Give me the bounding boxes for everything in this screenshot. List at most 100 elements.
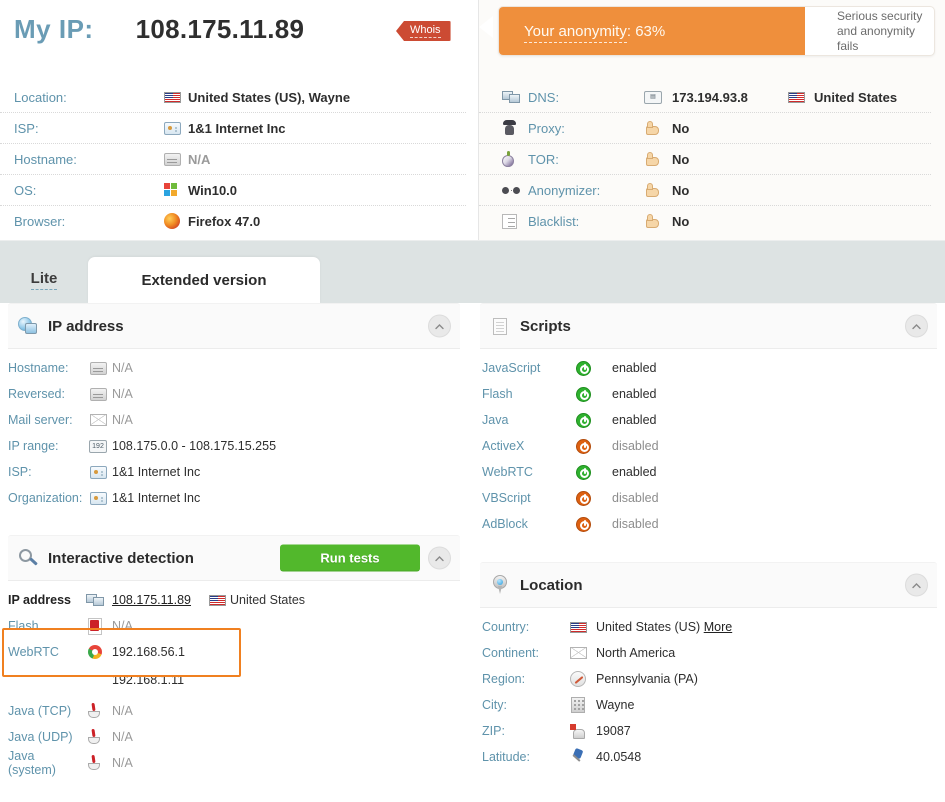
row-label: ActiveX	[482, 439, 525, 453]
compass-icon	[560, 671, 596, 687]
row-label: Continent:	[482, 646, 539, 660]
anon-label: DNS:	[528, 89, 560, 105]
collapse-toggle-interactive-detection[interactable]	[428, 546, 451, 570]
detected-ip-link[interactable]: 108.175.11.89	[112, 593, 191, 607]
country-more-link[interactable]: More	[704, 620, 732, 634]
row-label: Mail server:	[8, 413, 73, 427]
anonymity-title: Your anonymity	[524, 22, 627, 43]
power-on-icon	[576, 360, 612, 376]
row-label: WebRTC	[8, 645, 59, 659]
info-row-browser: Browser: Firefox 47.0	[0, 206, 466, 236]
power-on-icon	[576, 412, 612, 428]
my-ip-value: 108.175.11.89	[135, 14, 305, 44]
row-label: Java	[482, 413, 509, 427]
table-row: Continent: North America	[470, 640, 945, 666]
location-rows: Country: United States (US) More Contine…	[470, 608, 945, 770]
network-icon	[78, 593, 112, 607]
my-ip-rows: Location: United States (US), Wayne ISP:…	[0, 82, 466, 236]
row-label: VBScript	[482, 491, 531, 505]
row-label: Latitude:	[482, 750, 530, 764]
collapse-toggle-ip-address[interactable]	[428, 314, 451, 338]
table-row: Java (TCP) N/A	[0, 698, 470, 724]
thumbs-up-icon	[644, 182, 672, 198]
interactive-detection-panel: Interactive detection Run tests IP addre…	[0, 535, 470, 777]
row-label: IP address	[8, 593, 72, 607]
info-row-isp: ISP: 1&1 Internet Inc	[0, 113, 466, 144]
row-value: 108.175.11.89	[112, 593, 204, 607]
anonymity-percent: 63%	[635, 22, 666, 40]
whois-button[interactable]: Whois	[396, 21, 451, 41]
row-value: 40.0548	[596, 750, 642, 764]
table-row: IP range: 192 108.175.0.0 - 108.175.15.2…	[0, 433, 470, 459]
whois-label: Whois	[410, 24, 441, 38]
chrome-icon	[78, 645, 112, 659]
row-value: N/A	[112, 413, 133, 427]
run-tests-button[interactable]: Run tests	[280, 544, 420, 572]
us-flag-icon	[560, 621, 596, 633]
row-value: disabled	[612, 439, 659, 453]
thumbs-up-icon	[644, 213, 672, 229]
tab-lite-label: Lite	[30, 270, 58, 290]
info-value: Firefox 47.0	[188, 213, 261, 229]
tab-extended-version[interactable]: Extended version	[88, 257, 320, 303]
row-value: N/A	[112, 756, 133, 770]
row-value: Pennsylvania (PA)	[596, 672, 698, 686]
table-row: VBScript disabled	[470, 485, 945, 511]
mailbox-icon	[560, 723, 596, 739]
id-card-icon	[84, 491, 112, 505]
table-row: City: Wayne	[470, 692, 945, 718]
anon-label: Anonymizer:	[528, 182, 601, 198]
row-value: North America	[596, 646, 676, 660]
thumbs-up-icon	[644, 120, 672, 136]
interactive-detection-header: Interactive detection Run tests	[8, 535, 460, 581]
row-value: enabled	[612, 361, 657, 375]
row-label: IP range:	[8, 439, 59, 453]
info-label: Browser:	[14, 213, 66, 229]
flash-icon	[78, 617, 112, 635]
power-on-icon	[576, 386, 612, 402]
anonymity-panel: Your anonymity: 63% Serious security and…	[479, 0, 945, 240]
row-label: Region:	[482, 672, 526, 686]
java-icon	[78, 755, 112, 771]
anon-label: Proxy:	[528, 120, 565, 136]
isp-icon	[84, 465, 112, 479]
server-small-icon: ▤	[644, 90, 672, 104]
anon-label: TOR:	[528, 151, 559, 167]
collapse-toggle-scripts[interactable]	[905, 314, 928, 338]
info-row-os: OS: Win10.0	[0, 175, 466, 206]
table-row: Flash N/A	[0, 613, 470, 639]
anon-row-proxy: Proxy: No	[479, 113, 931, 144]
row-label: Reversed:	[8, 387, 65, 401]
anon-value: 173.194.93.8	[672, 89, 748, 105]
dns-icon	[502, 90, 528, 104]
power-off-icon	[576, 516, 612, 532]
ip-address-panel: IP address Hostname: N/A Reversed: N/A M…	[0, 303, 470, 511]
anon-value: No	[672, 213, 690, 229]
scripts-panel-header: Scripts	[480, 303, 937, 349]
row-value: 192.168.56.1	[112, 645, 185, 659]
tab-lite[interactable]: Lite	[0, 257, 88, 303]
info-value: United States (US), Wayne	[188, 89, 351, 105]
collapse-toggle-location[interactable]	[905, 573, 928, 597]
row-value: N/A	[112, 361, 133, 375]
anonymity-progress-fill: Your anonymity: 63%	[499, 7, 805, 55]
table-row: WebRTC enabled	[470, 459, 945, 485]
row-label: JavaScript	[482, 361, 541, 375]
table-row: 192.168.1.11	[0, 665, 470, 694]
ip-address-panel-title: IP address	[48, 317, 124, 335]
anonymity-separator: :	[626, 22, 636, 40]
info-label: Location:	[14, 89, 67, 105]
power-off-icon	[576, 490, 612, 506]
row-value: 19087	[596, 724, 631, 738]
table-row: Mail server: N/A	[0, 407, 470, 433]
row-country: United States	[230, 593, 306, 607]
anon-row-blacklist: Blacklist: No	[479, 206, 931, 236]
anon-value: No	[672, 182, 690, 198]
document-icon	[480, 317, 520, 335]
row-label: Organization:	[8, 491, 83, 505]
table-row: Region: Pennsylvania (PA)	[470, 666, 945, 692]
row-value: N/A	[112, 387, 133, 401]
page-root: My IP: 108.175.11.89 Whois Location: Uni…	[0, 0, 945, 802]
mail-icon	[84, 414, 112, 426]
my-ip-label: My IP:	[14, 14, 94, 44]
